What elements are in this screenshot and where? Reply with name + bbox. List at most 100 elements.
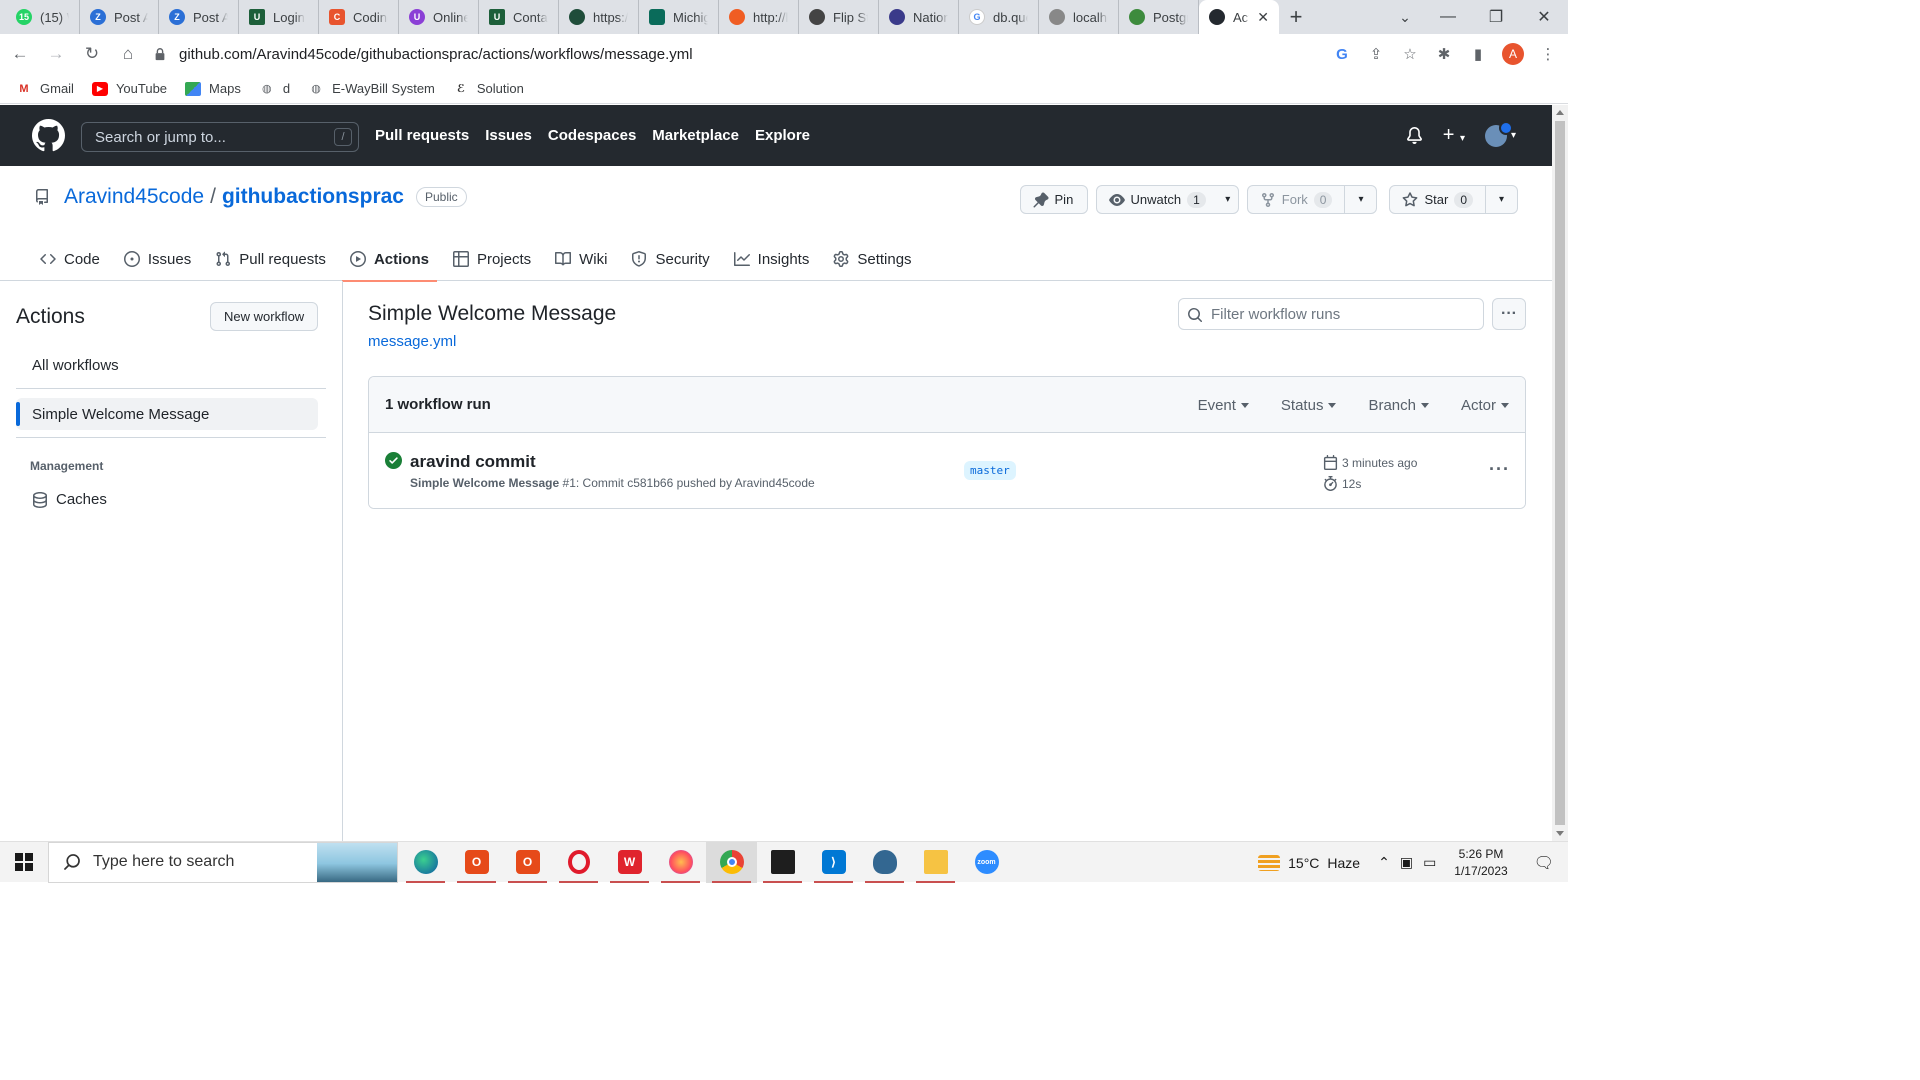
run-title-link[interactable]: aravind commit <box>410 452 536 472</box>
tab-issues[interactable]: Issues <box>116 237 199 281</box>
nav-pull-requests[interactable]: Pull requests <box>375 127 469 144</box>
scroll-down-icon[interactable] <box>1556 831 1564 836</box>
network-icon[interactable]: ▣ <box>1400 854 1413 871</box>
browser-tab[interactable]: U Contact <box>479 0 559 34</box>
nav-codespaces[interactable]: Codespaces <box>548 127 636 144</box>
browser-tab[interactable]: https:// <box>559 0 639 34</box>
browser-tab[interactable]: localhost <box>1039 0 1119 34</box>
browser-tab[interactable]: Flip Stream <box>799 0 879 34</box>
user-menu[interactable]: ▾ <box>1484 120 1516 147</box>
google-icon[interactable]: G <box>1332 44 1352 64</box>
workflow-run-row[interactable]: aravind commit Simple Welcome Message #1… <box>369 433 1525 508</box>
tab-code[interactable]: Code <box>32 237 108 281</box>
extensions-icon[interactable]: ✱ <box>1434 44 1454 64</box>
filter-actor[interactable]: Actor <box>1461 397 1509 414</box>
browser-tab[interactable]: 15 (15) WhatsApp <box>0 0 80 34</box>
new-tab-button[interactable]: + <box>1279 0 1313 34</box>
terminal-icon[interactable] <box>757 842 808 883</box>
tab-insights[interactable]: Insights <box>726 237 818 281</box>
github-search-input[interactable]: Search or jump to... / <box>81 122 359 152</box>
address-bar[interactable]: github.com/Aravind45code/githubactionspr… <box>143 39 1323 69</box>
browser-tab[interactable]: Z Post Attendance <box>80 0 159 34</box>
run-menu-icon[interactable]: ··· <box>1489 459 1510 480</box>
opera-icon[interactable] <box>553 842 604 883</box>
tab-pull-requests[interactable]: Pull requests <box>207 237 334 281</box>
bookmark-solution[interactable]: ℰ Solution <box>453 81 524 96</box>
page-scrollbar[interactable] <box>1552 105 1568 841</box>
bookmark-youtube[interactable]: ▶ YouTube <box>91 81 167 96</box>
browser-tab[interactable]: http://l <box>719 0 799 34</box>
close-icon[interactable]: ✕ <box>1257 9 1269 26</box>
scroll-up-icon[interactable] <box>1556 110 1564 115</box>
filter-branch[interactable]: Branch <box>1368 397 1429 414</box>
chrome-icon[interactable] <box>706 841 757 883</box>
wps-icon[interactable]: W <box>604 842 655 883</box>
tab-settings[interactable]: Settings <box>825 237 919 281</box>
minimize-icon[interactable]: — <box>1424 0 1472 34</box>
repo-name-link[interactable]: githubactionsprac <box>222 185 404 209</box>
profile-avatar[interactable]: A <box>1502 43 1524 65</box>
star-icon[interactable]: ☆ <box>1400 44 1420 64</box>
back-icon[interactable]: ← <box>4 38 36 70</box>
battery-icon[interactable]: ▭ <box>1423 854 1436 871</box>
postgres-icon[interactable] <box>859 842 910 883</box>
office-icon[interactable]: O <box>451 842 502 883</box>
pin-button[interactable]: Pin <box>1019 185 1088 214</box>
browser-tab[interactable]: U Online <box>399 0 479 34</box>
nav-issues[interactable]: Issues <box>485 127 532 144</box>
tab-actions[interactable]: Actions <box>341 237 437 282</box>
side-panel-icon[interactable]: ▮ <box>1468 44 1488 64</box>
workflow-file-link[interactable]: message.yml <box>368 333 456 350</box>
filter-event[interactable]: Event <box>1198 397 1249 414</box>
tab-wiki[interactable]: Wiki <box>547 237 615 281</box>
star-button[interactable]: Star 0 ▾ <box>1389 185 1518 214</box>
weather-widget[interactable]: 15°C Haze <box>1258 854 1360 871</box>
browser-tab[interactable]: Z Post Attendance <box>159 0 239 34</box>
fork-button[interactable]: Fork 0 ▾ <box>1246 185 1378 214</box>
edge-icon[interactable] <box>400 842 451 883</box>
bookmark-maps[interactable]: Maps <box>185 81 241 96</box>
forward-icon[interactable]: → <box>40 38 72 70</box>
branch-label[interactable]: master <box>964 461 1016 480</box>
browser-tab[interactable]: U Login <box>239 0 319 34</box>
create-new-icon[interactable]: + ▾ <box>1443 124 1465 147</box>
chevron-down-icon[interactable]: ▾ <box>1218 186 1238 213</box>
folder-icon[interactable] <box>910 842 961 883</box>
share-icon[interactable]: ⇪ <box>1366 44 1386 64</box>
tab-projects[interactable]: Projects <box>445 237 539 281</box>
scrollbar-thumb[interactable] <box>1555 121 1565 825</box>
watch-button[interactable]: Unwatch 1 ▾ <box>1095 185 1239 214</box>
browser-tab-active[interactable]: Actions ✕ <box>1199 0 1279 34</box>
browser-tab[interactable]: Postgres <box>1119 0 1199 34</box>
show-hidden-icons-icon[interactable]: ⌃ <box>1378 854 1390 871</box>
taskbar-search-input[interactable]: Type here to search <box>48 841 398 883</box>
repo-owner-link[interactable]: Aravind45code <box>64 185 204 209</box>
workflow-menu-button[interactable]: ··· <box>1492 298 1526 330</box>
office-icon[interactable]: O <box>502 842 553 883</box>
bookmark-d[interactable]: ◍ d <box>259 81 290 96</box>
browser-tab[interactable]: C Coding <box>319 0 399 34</box>
filter-status[interactable]: Status <box>1281 397 1337 414</box>
reload-icon[interactable]: ↻ <box>76 38 108 70</box>
filter-workflow-runs-input[interactable]: Filter workflow runs <box>1178 298 1484 330</box>
vscode-icon[interactable]: ⟩ <box>808 842 859 883</box>
chevron-down-icon[interactable]: ▾ <box>1344 186 1376 213</box>
browser-tab[interactable]: Michigan <box>639 0 719 34</box>
chevron-down-icon[interactable]: ▾ <box>1485 186 1517 213</box>
tab-search-icon[interactable]: ⌄ <box>1395 0 1415 34</box>
sidebar-item-selected-workflow[interactable]: Simple Welcome Message <box>16 398 318 430</box>
new-workflow-button[interactable]: New workflow <box>210 302 319 331</box>
nav-explore[interactable]: Explore <box>755 127 810 144</box>
bookmark-gmail[interactable]: M Gmail <box>16 81 74 96</box>
restore-icon[interactable]: ❐ <box>1472 0 1520 34</box>
windows-start-icon[interactable] <box>0 842 48 883</box>
bookmark-ewaybill[interactable]: ◍ E-WayBill System <box>308 81 435 96</box>
menu-icon[interactable]: ⋮ <box>1538 44 1558 64</box>
firefox-icon[interactable] <box>655 842 706 883</box>
github-logo-icon[interactable] <box>32 119 65 152</box>
bell-icon[interactable] <box>1406 127 1423 144</box>
home-icon[interactable]: ⌂ <box>112 38 144 70</box>
notifications-icon[interactable]: 🗨 <box>1534 853 1554 873</box>
zoom-icon[interactable]: zoom <box>961 842 1012 883</box>
browser-tab[interactable]: National <box>879 0 959 34</box>
